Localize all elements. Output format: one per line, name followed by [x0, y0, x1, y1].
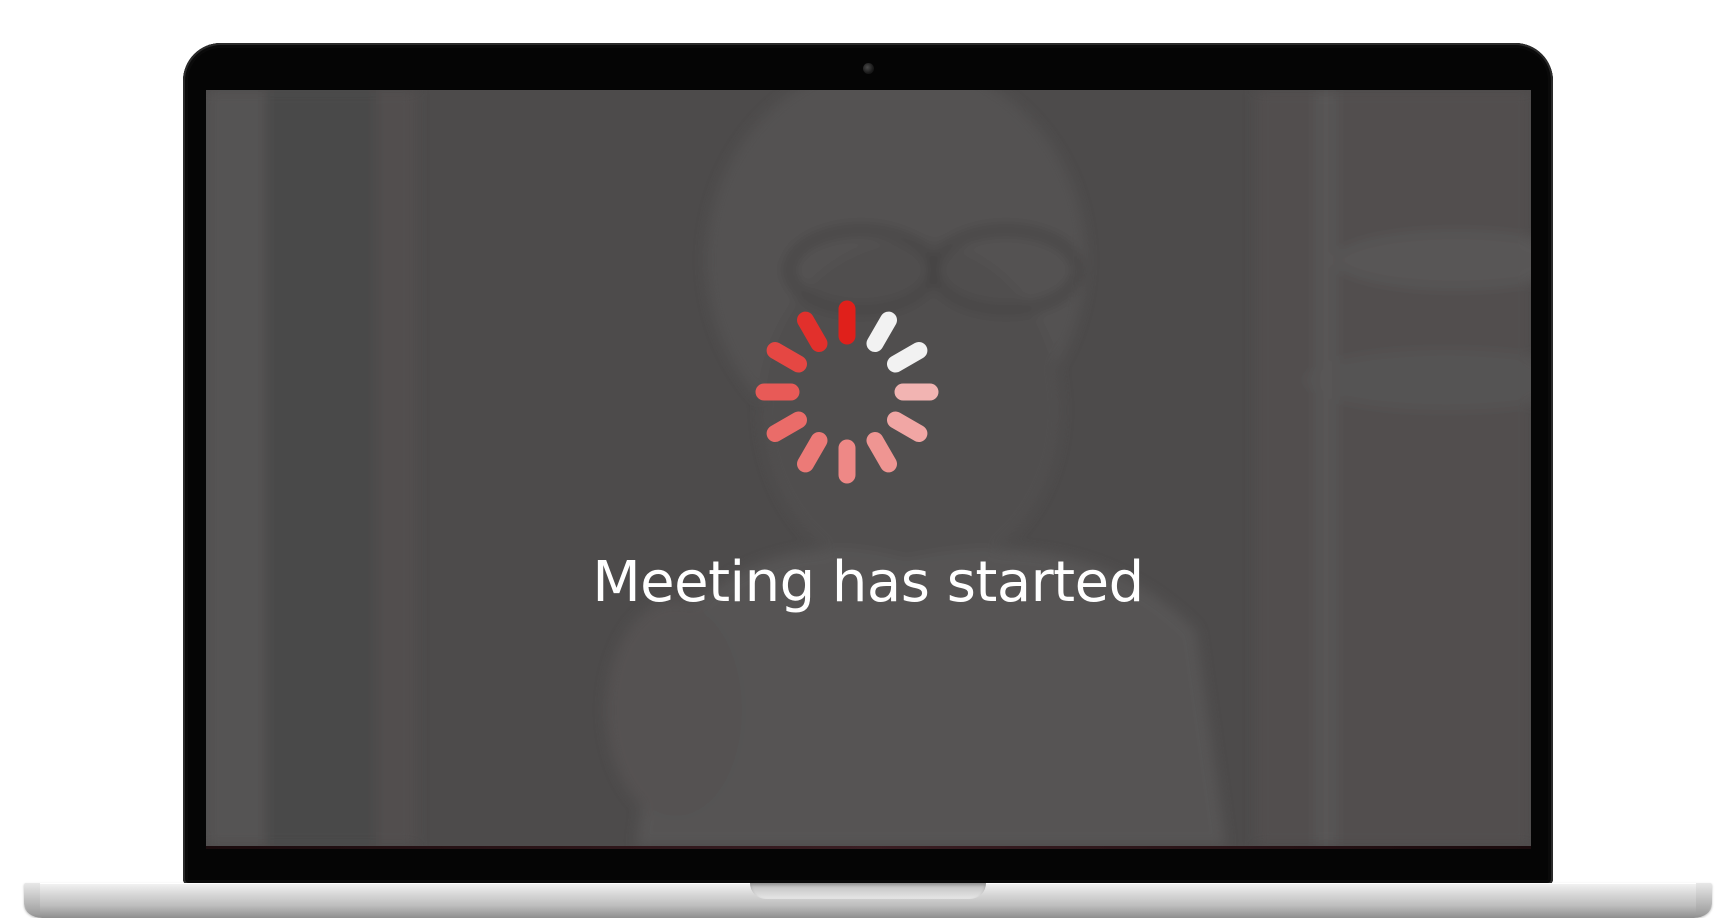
laptop-stage: Meeting has started — [0, 0, 1716, 918]
meeting-screen: Meeting has started — [206, 90, 1531, 846]
spinner-spoke — [766, 342, 807, 373]
spinner-spoke — [887, 411, 928, 442]
spinner-spoke — [797, 311, 828, 352]
spinner-spoke — [766, 411, 807, 442]
screen-bottom-edge — [206, 846, 1531, 849]
loading-spinner-icon — [755, 300, 939, 484]
laptop-opening-notch — [750, 883, 986, 899]
webcam-icon — [863, 63, 874, 74]
spinner-spoke — [866, 432, 897, 473]
spinner-spoke — [866, 311, 897, 352]
spinner-spoke — [887, 342, 928, 373]
spinner-spoke — [797, 432, 828, 473]
meeting-status-text: Meeting has started — [592, 550, 1144, 615]
